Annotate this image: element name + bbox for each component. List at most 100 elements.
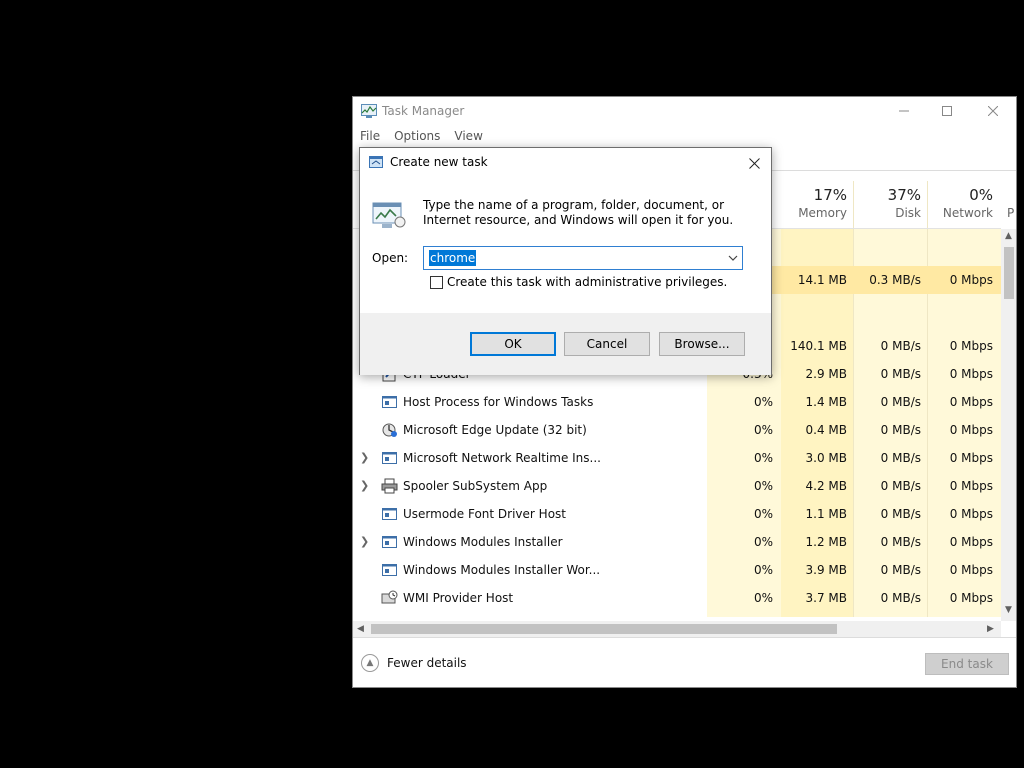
disk-cell: 0 MB/s — [880, 535, 921, 549]
cpu-cell: 0% — [753, 535, 773, 549]
cpu-cell: 0% — [753, 563, 773, 577]
menu-options[interactable]: Options — [387, 127, 447, 147]
admin-privileges-label: Create this task with administrative pri… — [447, 275, 728, 289]
dialog-close-button[interactable] — [743, 152, 765, 174]
network-cell: 0 Mbps — [949, 591, 993, 605]
scroll-up-icon[interactable]: ▲ — [1005, 231, 1012, 241]
disk-cell: 0 MB/s — [880, 339, 921, 353]
network-cell: 0 Mbps — [949, 507, 993, 521]
window-title: Task Manager — [382, 104, 465, 118]
memory-label: Memory — [798, 206, 847, 220]
table-row[interactable]: ❯ Microsoft Network Realtime Ins... 0% 3… — [353, 444, 1001, 472]
horizontal-scroll-thumb[interactable] — [371, 624, 837, 634]
chevron-down-icon[interactable] — [727, 252, 739, 264]
close-button[interactable] — [970, 97, 1016, 125]
network-cell: 0 Mbps — [949, 273, 993, 287]
cancel-button[interactable]: Cancel — [564, 332, 650, 356]
network-cell: 0 Mbps — [949, 451, 993, 465]
menu-view[interactable]: View — [447, 127, 489, 147]
dialog-title-bar[interactable]: Create new task — [360, 148, 771, 177]
table-row[interactable]: ❯ Spooler SubSystem App 0% 4.2 MB 0 MB/s… — [353, 472, 1001, 500]
disk-cell: 0 MB/s — [880, 451, 921, 465]
disk-cell: 0 MB/s — [880, 395, 921, 409]
dialog-title: Create new task — [390, 155, 488, 169]
memory-cell: 14.1 MB — [797, 273, 847, 287]
run-icon — [369, 156, 383, 168]
expand-chevron-icon[interactable]: ❯ — [360, 451, 370, 464]
checkbox-box[interactable] — [430, 275, 443, 289]
process-name: Windows Modules Installer — [403, 535, 563, 549]
memory-cell: 3.9 MB — [805, 563, 847, 577]
table-row[interactable]: Host Process for Windows Tasks 0% 1.4 MB… — [353, 388, 1001, 416]
disk-column-header[interactable]: 37% Disk — [853, 181, 927, 227]
network-cell: 0 Mbps — [949, 535, 993, 549]
window-app-icon — [382, 396, 397, 408]
menu-file[interactable]: File — [353, 127, 387, 147]
window-app-icon — [382, 452, 397, 464]
memory-cell: 140.1 MB — [790, 339, 847, 353]
table-row[interactable]: Windows Modules Installer Wor... 0% 3.9 … — [353, 556, 1001, 584]
table-row[interactable]: Usermode Font Driver Host 0% 1.1 MB 0 MB… — [353, 500, 1001, 528]
process-name: Host Process for Windows Tasks — [403, 395, 594, 409]
ok-button[interactable]: OK — [470, 332, 556, 356]
network-cell: 0 Mbps — [949, 479, 993, 493]
scroll-left-icon[interactable]: ◀ — [357, 624, 364, 634]
open-combobox[interactable]: chrome — [423, 246, 743, 270]
network-cell: 0 Mbps — [949, 367, 993, 381]
title-bar[interactable]: Task Manager — [353, 97, 1016, 125]
table-row[interactable]: WMI Provider Host 0% 3.7 MB 0 MB/s 0 Mbp… — [353, 584, 1001, 612]
end-task-button[interactable]: End task — [925, 653, 1009, 675]
horizontal-scrollbar[interactable]: ◀ ▶ — [353, 621, 1001, 637]
printer-icon — [381, 478, 398, 494]
maximize-button[interactable] — [924, 97, 970, 125]
browse-button[interactable]: Browse... — [659, 332, 745, 356]
close-icon — [748, 157, 760, 169]
expand-chevron-icon[interactable]: ❯ — [360, 535, 370, 548]
cpu-cell: 0% — [753, 591, 773, 605]
table-row[interactable]: ❯ Windows Modules Installer 0% 1.2 MB 0 … — [353, 528, 1001, 556]
window-app-icon — [382, 564, 397, 576]
disk-cell: 0 MB/s — [880, 367, 921, 381]
expand-chevron-icon[interactable]: ❯ — [360, 479, 370, 492]
process-name: Microsoft Edge Update (32 bit) — [403, 423, 587, 437]
network-label: Network — [942, 206, 993, 220]
dialog-description: Type the name of a program, folder, docu… — [423, 198, 734, 227]
memory-cell: 0.4 MB — [805, 423, 847, 437]
scroll-down-icon[interactable]: ▼ — [1005, 605, 1012, 615]
network-cell: 0 Mbps — [949, 563, 993, 577]
task-manager-icon — [361, 104, 377, 118]
network-cell: 0 Mbps — [949, 423, 993, 437]
process-name: Usermode Font Driver Host — [403, 507, 566, 521]
create-new-task-dialog: Create new task Type the name of a progr… — [359, 147, 772, 375]
memory-column-header[interactable]: 17% Memory — [781, 181, 853, 227]
cpu-cell: 0% — [753, 507, 773, 521]
process-name: Spooler SubSystem App — [403, 479, 548, 493]
wmi-icon — [381, 590, 398, 604]
memory-percent: 17% — [813, 186, 847, 204]
disk-cell: 0 MB/s — [880, 591, 921, 605]
network-column-header[interactable]: 0% Network — [927, 181, 999, 227]
disk-cell: 0 MB/s — [880, 479, 921, 493]
table-row[interactable]: Microsoft Edge Update (32 bit) 0% 0.4 MB… — [353, 416, 1001, 444]
network-cell: 0 Mbps — [949, 339, 993, 353]
fewer-details-button[interactable]: ▲ Fewer details — [361, 654, 467, 672]
maximize-icon — [942, 106, 952, 116]
admin-privileges-checkbox[interactable]: Create this task with administrative pri… — [430, 275, 727, 289]
memory-cell: 3.0 MB — [805, 451, 847, 465]
disk-cell: 0.3 MB/s — [869, 273, 921, 287]
open-input-value[interactable]: chrome — [429, 250, 477, 266]
run-program-icon — [372, 202, 406, 228]
memory-cell: 3.7 MB — [805, 591, 847, 605]
minimize-button[interactable] — [881, 97, 927, 125]
task-manager-footer: ▲ Fewer details End task — [353, 637, 1016, 687]
vertical-scroll-thumb[interactable] — [1004, 247, 1014, 299]
vertical-scrollbar[interactable]: ▲ ▼ — [1001, 229, 1016, 621]
cpu-cell: 0% — [753, 451, 773, 465]
dialog-button-bar: OK Cancel Browse... — [360, 313, 771, 375]
power-column-header[interactable]: P — [1001, 181, 1016, 227]
minimize-icon — [899, 110, 909, 112]
cpu-cell: 0% — [753, 479, 773, 493]
scroll-right-icon[interactable]: ▶ — [987, 624, 994, 634]
fewer-details-label: Fewer details — [387, 656, 467, 670]
window-app-icon — [382, 508, 397, 520]
